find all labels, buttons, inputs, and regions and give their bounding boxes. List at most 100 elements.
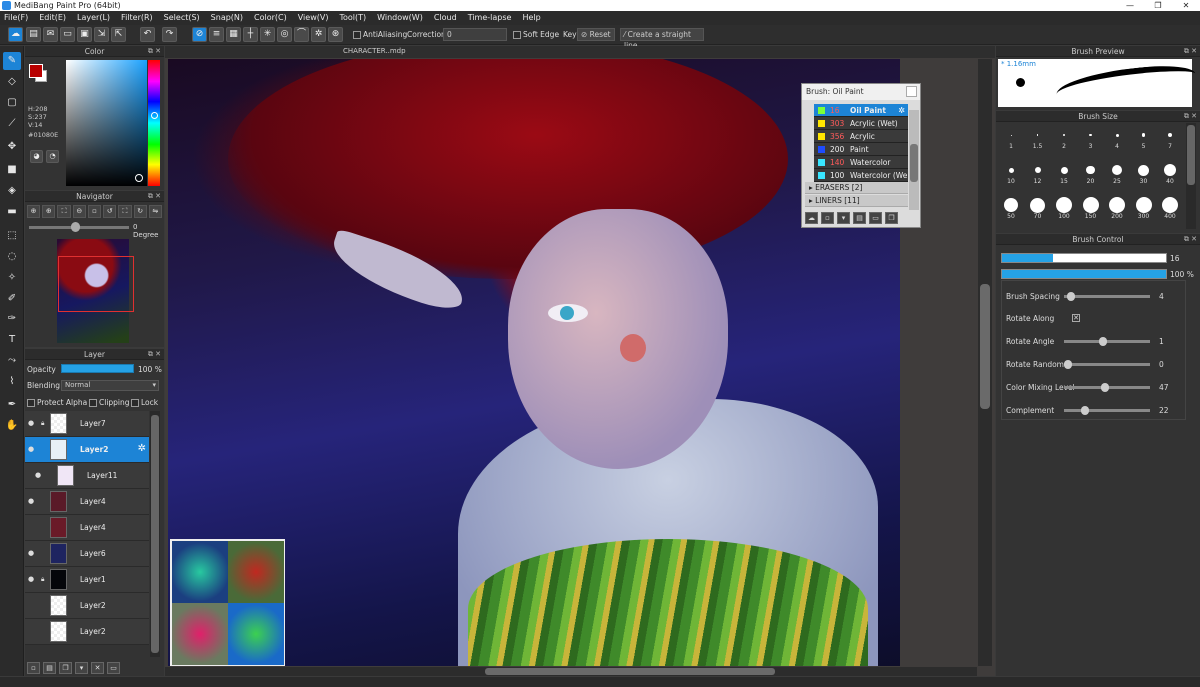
select-tool-icon[interactable]: ⬚ [3, 227, 21, 245]
brush-opacity-slider[interactable] [1001, 269, 1167, 279]
layer-row[interactable]: ● Layer4 [25, 489, 149, 515]
painting-canvas[interactable] [168, 59, 900, 666]
brush-item[interactable]: 140 Watercolor [814, 156, 908, 169]
new-brush-icon[interactable]: ▫ [821, 212, 834, 224]
hue-cursor[interactable] [151, 112, 158, 119]
snap-grid-icon[interactable]: ▦ [226, 27, 241, 42]
menu-select[interactable]: Select(S) [164, 11, 200, 25]
complement-knob[interactable] [1081, 406, 1090, 415]
protect-alpha-checkbox[interactable] [27, 399, 35, 407]
brush-file-icon[interactable]: ▤ [853, 212, 866, 224]
clipping-toggle[interactable]: Clipping [89, 398, 130, 407]
redo-icon[interactable]: ↷ [162, 27, 177, 42]
eye-icon[interactable]: ● [28, 575, 35, 583]
brush-size-cell[interactable]: 1 [998, 125, 1024, 151]
snap-circle-icon[interactable]: ◎ [277, 27, 292, 42]
brush-size-cell[interactable]: 7 [1157, 125, 1183, 151]
layer-row[interactable]: ● Layer11 [25, 463, 149, 489]
brush-size-cell[interactable]: 25 [1104, 160, 1130, 186]
panel-buttons-icon[interactable]: ⧉ ✕ [1184, 46, 1197, 57]
open-icon[interactable]: ▭ [60, 27, 75, 42]
cloud-brush-icon[interactable]: ☁ [805, 212, 818, 224]
zoom-in-alt-icon[interactable]: ⊕ [42, 205, 56, 218]
menu-color[interactable]: Color(C) [254, 11, 287, 25]
menu-view[interactable]: View(V) [298, 11, 329, 25]
reset-button[interactable]: ⊘ Reset [577, 28, 615, 41]
panel-buttons-icon[interactable]: ⧉ ✕ [148, 349, 161, 360]
blur-tool-icon[interactable]: ⟋ [3, 115, 21, 133]
eye-icon[interactable]: ● [28, 497, 35, 505]
new-layer-icon[interactable]: ▫ [27, 662, 40, 674]
brush-size-cell[interactable]: 300 [1131, 195, 1157, 221]
menu-help[interactable]: Help [522, 11, 540, 25]
blending-select[interactable]: Normal ▾ [61, 380, 159, 391]
layer-row[interactable]: Layer2 [25, 593, 149, 619]
layer-scrollbar-thumb[interactable] [151, 415, 159, 653]
export-icon[interactable]: ⇲ [94, 27, 109, 42]
rotation-slider-knob[interactable] [71, 222, 80, 232]
lock-toggle[interactable]: Lock [131, 398, 158, 407]
brush-popup-close-button[interactable] [906, 86, 917, 97]
gear-icon[interactable]: ✲ [898, 104, 905, 117]
rotate-random-knob[interactable] [1064, 360, 1072, 369]
pen-tool-icon[interactable]: ✒ [3, 396, 21, 414]
fill-tool-icon[interactable]: ◈ [3, 182, 21, 200]
brush-group-erasers[interactable]: ▸ ERASERS [2] [805, 182, 908, 194]
actual-size-icon[interactable]: ▫ [87, 205, 102, 218]
save-icon[interactable]: ▣ [77, 27, 92, 42]
cloud-icon[interactable]: ☁ [8, 27, 23, 42]
brush-size-cell[interactable]: 2 [1051, 125, 1077, 151]
brush-size-cell[interactable]: 20 [1078, 160, 1104, 186]
brush-size-cell[interactable]: 15 [1051, 160, 1077, 186]
brush-item-selected[interactable]: 16 Oil Paint ✲ [814, 104, 908, 117]
menu-edit[interactable]: Edit(E) [39, 11, 66, 25]
import-icon[interactable]: ⇱ [111, 27, 126, 42]
duplicate-brush-icon[interactable]: ❐ [885, 212, 898, 224]
brush-spacing-slider[interactable] [1064, 292, 1150, 301]
layer-row[interactable]: ● Layer6 [25, 541, 149, 567]
foreground-color-swatch[interactable] [29, 64, 43, 78]
brush-menu-icon[interactable]: ▾ [837, 212, 850, 224]
rotate-angle-slider[interactable] [1064, 337, 1150, 346]
snap-settings-icon[interactable]: ✲ [311, 27, 326, 42]
shape-tool-icon[interactable]: ■ [3, 161, 21, 179]
brush-item[interactable]: 200 Paint [814, 143, 908, 156]
fit-window-icon[interactable]: ⛶ [118, 205, 132, 218]
zoom-out-icon[interactable]: ⊖ [72, 205, 86, 218]
brush-size-cell[interactable]: 50 [998, 195, 1024, 221]
text-tool-icon[interactable]: T [3, 331, 21, 349]
brush-popup-scrollbar-thumb[interactable] [910, 144, 918, 182]
layer-menu-icon[interactable]: ▾ [75, 662, 88, 674]
antialiasing-checkbox[interactable] [353, 31, 361, 39]
lock-checkbox[interactable] [131, 399, 139, 407]
minimize-button[interactable]: — [1116, 0, 1144, 11]
comment-icon[interactable]: ✉ [43, 27, 58, 42]
brush-folder-icon[interactable]: ▭ [869, 212, 882, 224]
color-field-cursor[interactable] [135, 174, 143, 182]
menu-filter[interactable]: Filter(R) [121, 11, 153, 25]
gradient-tool-icon[interactable]: ▬ [3, 203, 21, 221]
color-field[interactable] [66, 60, 147, 186]
clipping-checkbox[interactable] [89, 399, 97, 407]
select-eraser-tool-icon[interactable]: ✑ [3, 310, 21, 328]
brush-size-cell[interactable]: 70 [1025, 195, 1051, 221]
dot-tool-icon[interactable]: ▢ [3, 94, 21, 112]
layer-row-selected[interactable]: ● Layer2 ✲ [25, 437, 149, 463]
menu-snap[interactable]: Snap(N) [211, 11, 243, 25]
operation-tool-icon[interactable]: ⤳ [3, 352, 21, 370]
fit-icon[interactable]: ⛶ [57, 205, 71, 218]
straight-line-button[interactable]: ⁄ Create a straight line [620, 28, 704, 50]
color-mixing-knob[interactable] [1100, 383, 1109, 392]
antialiasing-toggle[interactable]: AntiAliasing [353, 29, 407, 41]
flip-icon[interactable]: ⇋ [148, 205, 162, 218]
brush-popup-scrollbar[interactable] [909, 110, 919, 210]
layer-opacity-slider[interactable] [61, 364, 134, 373]
magic-wand-tool-icon[interactable]: ✧ [3, 269, 21, 287]
new-halftone-layer-icon[interactable]: ▤ [43, 662, 56, 674]
hue-bar[interactable] [148, 60, 160, 186]
navigator-viewport-frame[interactable] [58, 256, 134, 312]
rotate-left-icon[interactable]: ↺ [103, 205, 117, 218]
brush-spacing-knob[interactable] [1067, 292, 1076, 301]
menu-window[interactable]: Window(W) [377, 11, 423, 25]
rotate-along-checkbox[interactable]: ✕ [1072, 314, 1080, 322]
